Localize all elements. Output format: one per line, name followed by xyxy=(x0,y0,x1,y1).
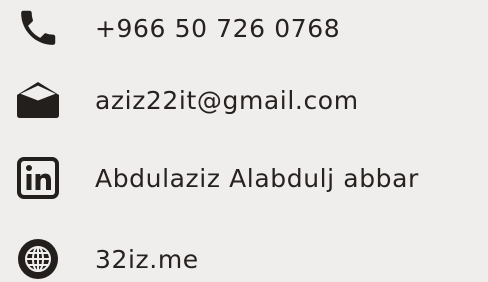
contact-email[interactable]: aziz22it@gmail.com xyxy=(0,75,488,125)
globe-icon xyxy=(10,237,66,281)
website-link[interactable]: 32iz.me xyxy=(95,245,199,274)
phone-icon xyxy=(10,6,66,50)
linkedin-icon xyxy=(10,156,66,200)
email-link[interactable]: aziz22it@gmail.com xyxy=(95,86,359,115)
contact-website[interactable]: 32iz.me xyxy=(0,234,488,282)
linkedin-link[interactable]: Abdulaziz Alabdulj abbar xyxy=(95,164,419,193)
contact-linkedin[interactable]: Abdulaziz Alabdulj abbar xyxy=(0,153,488,203)
phone-link[interactable]: +966 50 726 0768 xyxy=(95,14,340,43)
envelope-icon xyxy=(10,78,66,122)
contact-phone[interactable]: +966 50 726 0768 xyxy=(0,3,488,53)
